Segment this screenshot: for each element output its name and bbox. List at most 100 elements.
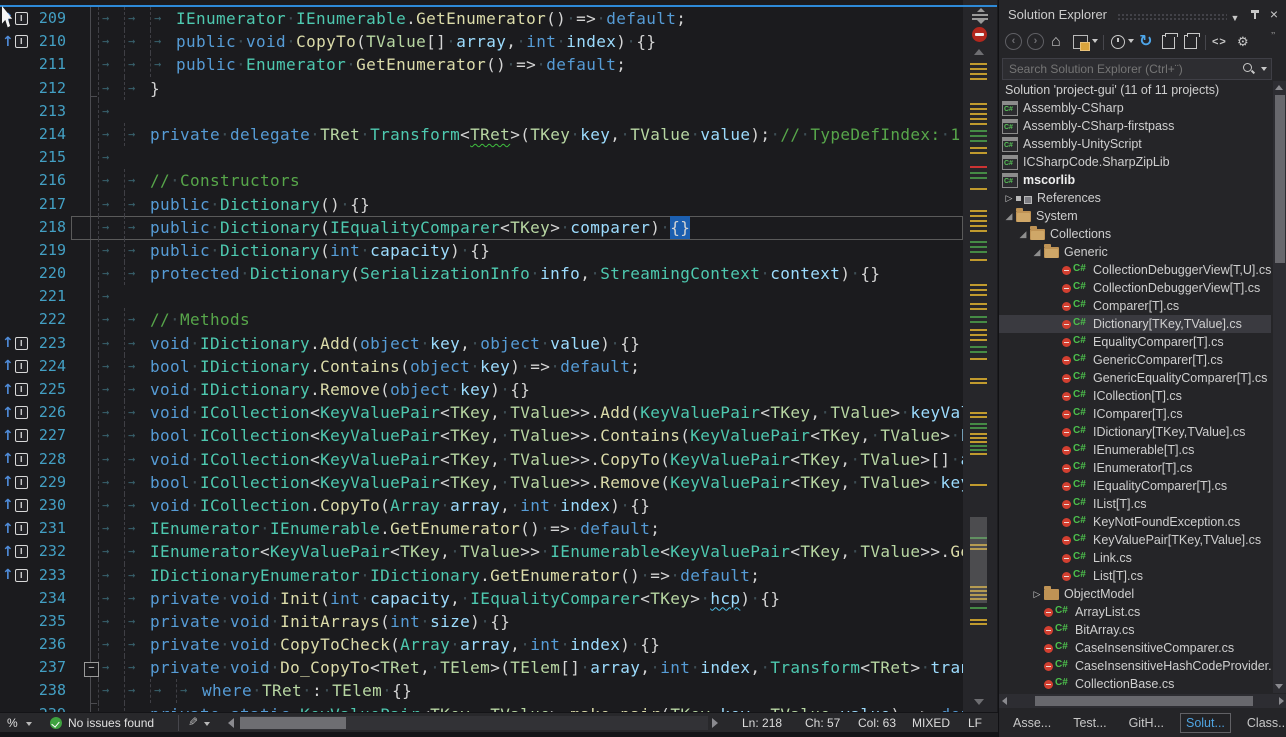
code-line-220[interactable]: 220→→protected·Dictionary(SerializationI… (0, 262, 963, 285)
hscroll-right-arrow-icon[interactable] (712, 718, 718, 728)
line-number[interactable]: 220 (0, 262, 66, 285)
code-line-226[interactable]: ↑I226→→void·ICollection<KeyValuePair<TKe… (0, 401, 963, 424)
forward-button-icon[interactable]: › (1027, 33, 1044, 50)
solution-tree[interactable]: Solution 'project-gui' (11 of 11 project… (999, 81, 1271, 693)
line-number[interactable]: 226 (0, 401, 66, 424)
home-icon[interactable]: ⌂ (1051, 33, 1061, 51)
code-line-230[interactable]: ↑I230→→void·ICollection.CopyTo(Array·arr… (0, 494, 963, 517)
tree-item-arraylist-cs[interactable]: C#ArrayList.cs (999, 603, 1271, 621)
editor-vertical-scrollbar[interactable] (963, 0, 997, 712)
fold-collapse-button[interactable]: − (84, 662, 99, 677)
collapsed-arrow-icon[interactable]: ▷ (1002, 193, 1016, 204)
solution-search-box[interactable] (1002, 58, 1272, 80)
tree-item-solution-project-gui-11-of-11-projects-[interactable]: Solution 'project-gui' (11 of 11 project… (999, 81, 1271, 99)
tool-window-tab-test[interactable]: Test... (1067, 713, 1112, 733)
tree-item-bitarray-cs[interactable]: C#BitArray.cs (999, 621, 1271, 639)
scroll-up-arrow-icon[interactable] (974, 49, 984, 55)
expanded-arrow-icon[interactable]: ◢ (1030, 247, 1044, 258)
hscroll-thumb[interactable] (240, 717, 346, 729)
tree-item-link-cs[interactable]: C#Link.cs (999, 549, 1271, 567)
line-number[interactable]: 236 (0, 633, 66, 656)
tool-window-tab-asse[interactable]: Asse... (1007, 713, 1057, 733)
line-number[interactable]: 239 (0, 703, 66, 712)
tree-item-keynotfoundexception-cs[interactable]: C#KeyNotFoundException.cs (999, 513, 1271, 531)
refresh-icon[interactable]: ↻ (1139, 33, 1152, 51)
tree-item-icomparer-t-cs[interactable]: C#IComparer[T].cs (999, 405, 1271, 423)
tree-item-collectionbase-cs[interactable]: C#CollectionBase.cs (999, 675, 1271, 693)
line-number[interactable]: 215 (0, 146, 66, 169)
line-number[interactable]: 210 (0, 30, 66, 53)
code-line-234[interactable]: 234→→private·void·Init(int·capacity,·IEq… (0, 587, 963, 610)
line-number[interactable]: 213 (0, 100, 66, 123)
line-number[interactable]: 212 (0, 77, 66, 100)
line-number[interactable]: 235 (0, 610, 66, 633)
collapsed-arrow-icon[interactable]: ▷ (1030, 589, 1044, 600)
tree-item-assembly-unityscript[interactable]: Assembly-UnityScript (999, 135, 1271, 153)
code-line-237[interactable]: 237→→private·void·Do_CopyTo<TRet,·TElem>… (0, 656, 963, 679)
search-caret-icon[interactable] (1261, 67, 1267, 71)
code-line-239[interactable]: 239→→private·static·KeyValuePair<TKey,·T… (0, 703, 963, 712)
code-line-212[interactable]: 212→→} (0, 77, 963, 100)
tree-item-assembly-csharp-firstpass[interactable]: Assembly-CSharp-firstpass (999, 117, 1271, 135)
code-line-209[interactable]: ↑I209→→→IEnumerator·IEnumerable.GetEnume… (0, 7, 963, 30)
line-number[interactable]: 232 (0, 540, 66, 563)
properties-wrench-icon[interactable]: ⚙ (1237, 33, 1249, 51)
pin-icon[interactable] (1250, 10, 1260, 20)
close-icon[interactable]: × (1266, 6, 1282, 22)
pen-caret-icon[interactable] (204, 722, 210, 726)
code-line-221[interactable]: 221→ (0, 285, 963, 308)
code-line-219[interactable]: 219→→public·Dictionary(int·capacity)·{} (0, 239, 963, 262)
tree-item-assembly-csharp[interactable]: Assembly-CSharp (999, 99, 1271, 117)
code-line-222[interactable]: 222→→//·Methods (0, 308, 963, 331)
code-line-235[interactable]: 235→→private·void·InitArrays(int·size)·{… (0, 610, 963, 633)
line-number[interactable]: 211 (0, 53, 66, 76)
code-line-236[interactable]: 236→→private·void·CopyToCheck(Array·arra… (0, 633, 963, 656)
tree-vertical-scrollbar[interactable] (1273, 81, 1286, 693)
line-number[interactable]: 225 (0, 378, 66, 401)
toolbar-overflow-icon[interactable]: ’’ (1271, 28, 1275, 46)
switch-views-icon[interactable] (1073, 35, 1088, 49)
tree-item-caseinsensitivehashcodeprovider-cs[interactable]: C#CaseInsensitiveHashCodeProvider.cs (999, 657, 1271, 675)
tree-item-equalitycomparer-t-cs[interactable]: C#EqualityComparer[T].cs (999, 333, 1271, 351)
tree-item-genericcomparer-t-cs[interactable]: C#GenericComparer[T].cs (999, 351, 1271, 369)
tree-item-ilist-t-cs[interactable]: C#IList[T].cs (999, 495, 1271, 513)
back-button-icon[interactable]: ‹ (1005, 33, 1022, 50)
code-editor[interactable]: ↑I209→→→IEnumerator·IEnumerable.GetEnume… (0, 0, 963, 712)
hscroll-left-arrow-icon[interactable] (228, 718, 234, 728)
expanded-arrow-icon[interactable]: ◢ (1002, 211, 1016, 222)
tree-item-collectiondebuggerview-t-u-cs[interactable]: C#CollectionDebuggerView[T,U].cs (999, 261, 1271, 279)
line-number[interactable]: 231 (0, 517, 66, 540)
issues-status-message[interactable]: No issues found (68, 716, 154, 730)
line-number[interactable]: 237 (0, 656, 66, 679)
search-input[interactable] (1007, 60, 1231, 78)
line-number[interactable]: 217 (0, 193, 66, 216)
line-number[interactable]: 227 (0, 424, 66, 447)
tree-item-idictionary-tkey-tvalue-cs[interactable]: C#IDictionary[TKey,TValue].cs (999, 423, 1271, 441)
code-line-217[interactable]: 217→→public·Dictionary()·{} (0, 193, 963, 216)
tree-item-list-t-cs[interactable]: C#List[T].cs (999, 567, 1271, 585)
line-number[interactable]: 222 (0, 308, 66, 331)
tree-item-iequalitycomparer-t-cs[interactable]: C#IEqualityComparer[T].cs (999, 477, 1271, 495)
line-number[interactable]: 223 (0, 332, 66, 355)
editor-scrollbar-thumb[interactable] (970, 517, 987, 603)
tree-item-ienumerator-t-cs[interactable]: C#IEnumerator[T].cs (999, 459, 1271, 477)
code-line-238[interactable]: 238→→→→where·TRet·:·TElem·{} (0, 679, 963, 702)
line-number[interactable]: 218 (0, 216, 66, 239)
pen-annotations-icon[interactable]: ✎ (188, 715, 198, 729)
tree-item-caseinsensitivecomparer-cs[interactable]: C#CaseInsensitiveComparer.cs (999, 639, 1271, 657)
code-line-214[interactable]: 214→→private·delegate·TRet·Transform<TRe… (0, 123, 963, 146)
pending-changes-filter-icon[interactable] (1111, 35, 1125, 49)
tree-item-references[interactable]: ▷References (999, 189, 1271, 207)
code-line-229[interactable]: ↑I229→→bool·ICollection<KeyValuePair<TKe… (0, 471, 963, 494)
tool-window-tab-gith[interactable]: GitH... (1123, 713, 1170, 733)
window-position-caret-icon[interactable]: ▼ (1227, 10, 1243, 26)
tree-item-generic[interactable]: ◢Generic (999, 243, 1271, 261)
zoom-level-control[interactable]: % (7, 716, 18, 730)
tree-item-ienumerable-t-cs[interactable]: C#IEnumerable[T].cs (999, 441, 1271, 459)
code-line-210[interactable]: ↑I210→→→public·void·CopyTo(TValue[]·arra… (0, 30, 963, 53)
filter-caret-icon[interactable] (1128, 39, 1134, 43)
tree-item-collectiondebuggerview-t-cs[interactable]: C#CollectionDebuggerView[T].cs (999, 279, 1271, 297)
scroll-down-arrow-icon[interactable] (974, 699, 984, 705)
tool-window-tab-class[interactable]: Class... (1241, 713, 1286, 733)
preview-selected-items-icon[interactable] (1184, 35, 1197, 49)
